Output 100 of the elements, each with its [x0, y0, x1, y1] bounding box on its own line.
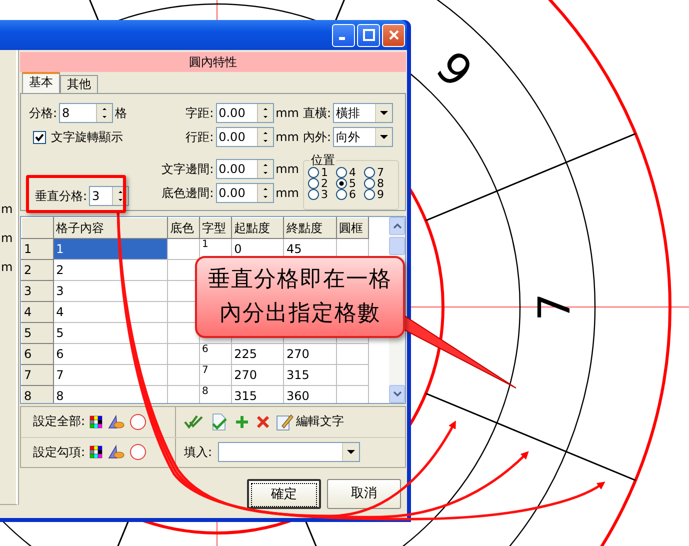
field-label: 字距:: [186, 104, 214, 122]
document-check-icon[interactable]: [210, 412, 228, 431]
checkbox[interactable]: [33, 130, 46, 144]
radio-option[interactable]: 3: [308, 189, 336, 200]
color-palette-icon[interactable]: [89, 445, 104, 460]
paint-tools-icon[interactable]: [107, 444, 126, 460]
field-label: 直橫:: [303, 104, 332, 122]
radio-option[interactable]: 6: [336, 189, 364, 200]
field-label: 文字邊間:: [162, 160, 214, 178]
dialog-button[interactable]: 確定: [247, 479, 321, 509]
unit-label: m: [1, 202, 13, 217]
table-cell[interactable]: 1: [54, 238, 168, 260]
scroll-up-icon[interactable]: [392, 223, 402, 229]
table-cell[interactable]: 315: [284, 364, 336, 386]
table-cell[interactable]: 3: [54, 280, 168, 302]
field-label: 垂直分格:: [35, 188, 88, 204]
spin-buttons[interactable]: [96, 104, 112, 122]
caret-icon[interactable]: [380, 111, 388, 115]
radio-option[interactable]: 2: [308, 178, 336, 189]
column-header[interactable]: 圓框: [336, 218, 368, 238]
table-cell[interactable]: 2: [54, 260, 168, 280]
color-palette-icon[interactable]: [89, 414, 104, 429]
field-label: 填入:: [184, 444, 212, 461]
maximize-icon[interactable]: [362, 29, 374, 41]
field-label: 底色邊間:: [162, 184, 214, 202]
maximize-button[interactable]: [357, 24, 380, 46]
table-cell[interactable]: 6: [199, 344, 232, 364]
close-button[interactable]: [382, 24, 405, 46]
dropdown[interactable]: 橫排: [333, 103, 394, 123]
row-header[interactable]: 4: [22, 302, 54, 322]
callout-text: 垂直分格即在一格 內分出指定格數: [208, 266, 392, 328]
minimize-button[interactable]: [332, 24, 355, 46]
toolbar-label: 設定勾項:: [33, 444, 86, 461]
table-cell[interactable]: 5: [54, 322, 168, 344]
number-field[interactable]: 8: [59, 103, 114, 123]
field-label: 內外:: [303, 128, 332, 146]
panel-title: 圓內特性: [20, 52, 406, 72]
table-cell[interactable]: 7: [54, 364, 168, 386]
edit-text-button[interactable]: 編輯文字: [276, 412, 344, 431]
unit-label: m: [1, 231, 13, 246]
close-icon[interactable]: [388, 29, 400, 41]
paint-tools-icon[interactable]: [107, 414, 126, 430]
table-cell[interactable]: 225: [232, 344, 284, 364]
radio-option[interactable]: 9: [364, 189, 392, 200]
row-header[interactable]: 8: [22, 386, 54, 403]
dropdown-arrow-button[interactable]: [375, 104, 392, 122]
row-header[interactable]: 5: [22, 322, 54, 344]
row-header[interactable]: 3: [22, 280, 54, 302]
radio-option[interactable]: 4: [336, 167, 364, 178]
toolbar-label: 設定全部:: [33, 413, 86, 430]
dropdown-arrow-button[interactable]: [342, 443, 360, 462]
spin-buttons[interactable]: [256, 104, 273, 122]
circle-icon[interactable]: [129, 412, 148, 431]
table-cell[interactable]: 270: [232, 364, 284, 386]
plus-icon[interactable]: [234, 414, 250, 430]
number-field[interactable]: 3: [89, 186, 130, 206]
field-label: 行距:: [186, 128, 214, 146]
checkbox-label: 文字旋轉顯示: [51, 128, 123, 146]
caret-icon[interactable]: [380, 135, 388, 139]
field-label: 分格:: [29, 104, 58, 122]
scroll-thumb[interactable]: [389, 237, 405, 255]
table-cell[interactable]: 4: [54, 302, 168, 322]
group-label: 位置: [310, 153, 336, 167]
circle-icon[interactable]: [129, 443, 148, 462]
tab[interactable]: 其他: [60, 75, 98, 93]
number-field[interactable]: 0.00: [216, 103, 274, 123]
number-field[interactable]: 0.00: [216, 127, 274, 147]
dropdown[interactable]: 向外: [333, 127, 394, 147]
scroll-down-icon[interactable]: [392, 391, 402, 397]
segment-number: 7: [530, 293, 580, 321]
column-header[interactable]: 終點度: [284, 218, 336, 238]
row-header[interactable]: 6: [22, 344, 54, 364]
spin-buttons[interactable]: [256, 184, 273, 202]
segment-number: 6: [428, 40, 484, 96]
pencil-document-icon[interactable]: [276, 412, 294, 431]
dialog-button[interactable]: 取消: [327, 479, 401, 509]
column-header[interactable]: 起點度: [232, 218, 284, 238]
double-check-icon[interactable]: [184, 414, 204, 430]
number-field[interactable]: 0.00: [216, 159, 274, 179]
radio-option[interactable]: 5: [336, 178, 364, 189]
table-cell[interactable]: 270: [284, 344, 336, 364]
spin-buttons[interactable]: [256, 128, 273, 146]
row-header[interactable]: 2: [22, 260, 54, 280]
dropdown-arrow-button[interactable]: [375, 128, 392, 146]
column-header[interactable]: 字型: [199, 218, 232, 238]
unit-label: m: [1, 260, 13, 275]
tab[interactable]: 基本: [22, 72, 60, 93]
table-cell[interactable]: 6: [54, 344, 168, 364]
delete-icon[interactable]: [256, 414, 270, 429]
row-header[interactable]: 1: [22, 238, 54, 260]
caret-icon[interactable]: [347, 450, 356, 454]
column-header[interactable]: 格子內容: [54, 218, 168, 238]
radio-option[interactable]: 7: [364, 167, 392, 178]
spin-buttons[interactable]: [256, 160, 273, 178]
number-field[interactable]: 0.00: [216, 183, 274, 203]
column-header[interactable]: 底色: [167, 218, 200, 238]
radio-option[interactable]: 1: [308, 167, 336, 178]
radio-option[interactable]: 8: [364, 178, 392, 189]
table-cell[interactable]: 7: [199, 364, 232, 386]
row-header[interactable]: 7: [22, 364, 54, 386]
